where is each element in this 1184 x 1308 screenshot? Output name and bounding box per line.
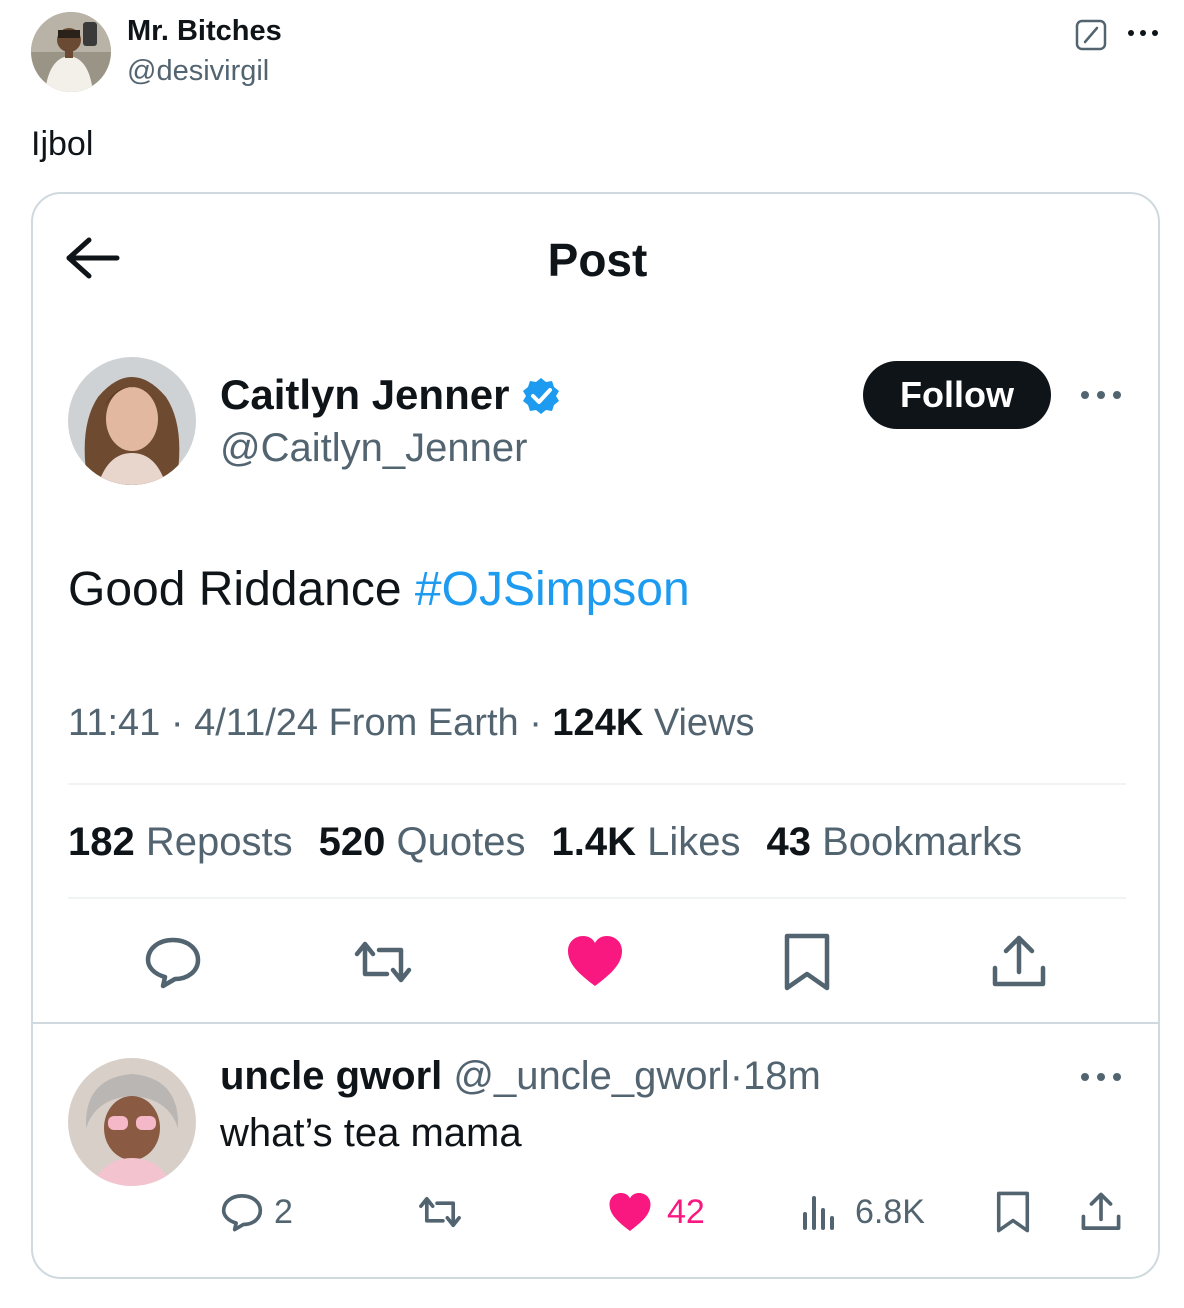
page-title: Post	[547, 234, 648, 286]
reply-icon[interactable]	[143, 932, 203, 992]
reply-count: 2	[274, 1192, 293, 1231]
reply-time[interactable]: 18m	[743, 1054, 821, 1098]
quotes-label: Quotes	[396, 820, 526, 864]
reply-author-avatar[interactable]	[68, 1058, 196, 1186]
quoted-author-handle[interactable]: @Caitlyn_Jenner	[220, 424, 527, 472]
more-icon[interactable]	[1079, 388, 1123, 402]
quoted-post-text: Good Riddance #OJSimpson	[68, 562, 690, 618]
reply-like-button[interactable]: 42	[607, 1188, 705, 1236]
share-icon[interactable]	[1079, 1190, 1123, 1234]
quoted-author-avatar[interactable]	[68, 357, 196, 485]
likes-count: 1.4K	[551, 820, 636, 864]
reply-reply-button[interactable]: 2	[220, 1188, 293, 1236]
post-stats: 182 Reposts 520 Quotes 1.4K Likes 43 Bookma…	[68, 818, 1022, 866]
divider	[33, 1022, 1158, 1024]
likes-label: Likes	[647, 820, 741, 864]
edit-icon[interactable]	[1074, 18, 1108, 52]
views-count: 124K	[552, 702, 644, 744]
tweet-text: Ijbol	[31, 125, 94, 163]
more-icon[interactable]	[1079, 1070, 1123, 1084]
views-label: Views	[653, 702, 755, 744]
bookmarks-label: Bookmarks	[822, 820, 1023, 864]
post-meta: 11:41 · 4/11/24 From Earth · 124K Views	[68, 702, 755, 744]
reply-text: what’s tea mama	[220, 1111, 522, 1155]
quotes-stat[interactable]: 520 Quotes	[319, 820, 526, 864]
reply-author-handle[interactable]: @_uncle_gworl	[453, 1054, 729, 1098]
divider	[68, 783, 1126, 785]
quotes-count: 520	[318, 820, 386, 864]
reposts-count: 182	[68, 820, 135, 864]
reply-views-button[interactable]: 6.8K	[799, 1188, 925, 1236]
repost-icon[interactable]	[351, 932, 415, 992]
like-count: 42	[667, 1192, 705, 1231]
hashtag-link[interactable]: #OJSimpson	[415, 563, 690, 616]
bookmarks-count: 43	[766, 820, 811, 864]
post-time[interactable]: 11:41	[68, 702, 160, 744]
views-icon	[799, 1192, 839, 1232]
bookmark-icon[interactable]	[779, 932, 835, 992]
post-date[interactable]: 4/11/24	[194, 702, 318, 744]
verified-badge-icon[interactable]	[521, 376, 561, 416]
author-handle[interactable]: @desivirgil	[127, 54, 269, 88]
author-display-name[interactable]: Mr. Bitches	[127, 14, 282, 48]
views-count: 6.8K	[855, 1192, 925, 1231]
post-source: From Earth	[328, 702, 519, 744]
reposts-label: Reposts	[145, 820, 293, 864]
reply-author-name[interactable]: uncle gworl	[220, 1054, 442, 1098]
bookmark-icon[interactable]	[993, 1190, 1033, 1234]
reply-icon	[220, 1190, 264, 1234]
post-body-text: Good Riddance	[68, 563, 402, 616]
like-icon	[607, 1190, 653, 1234]
quoted-post-card[interactable]: Post Caitlyn Jenner @Caitlyn_Jenner Foll…	[31, 192, 1160, 1279]
reposts-stat[interactable]: 182 Reposts	[68, 820, 293, 864]
likes-stat[interactable]: 1.4K Likes	[551, 820, 740, 864]
more-icon[interactable]	[1126, 26, 1160, 40]
share-icon[interactable]	[989, 932, 1049, 992]
bookmarks-stat[interactable]: 43 Bookmarks	[766, 820, 1022, 864]
reply-header: uncle gworl @_uncle_gworl·18m	[220, 1052, 821, 1100]
follow-button[interactable]: Follow	[863, 361, 1051, 429]
divider	[68, 897, 1126, 899]
repost-icon[interactable]	[416, 1190, 464, 1234]
quoted-author-name[interactable]: Caitlyn Jenner	[220, 370, 509, 420]
separator-dot: ·	[729, 1054, 744, 1098]
author-avatar[interactable]	[31, 12, 111, 92]
like-icon[interactable]	[565, 932, 625, 992]
